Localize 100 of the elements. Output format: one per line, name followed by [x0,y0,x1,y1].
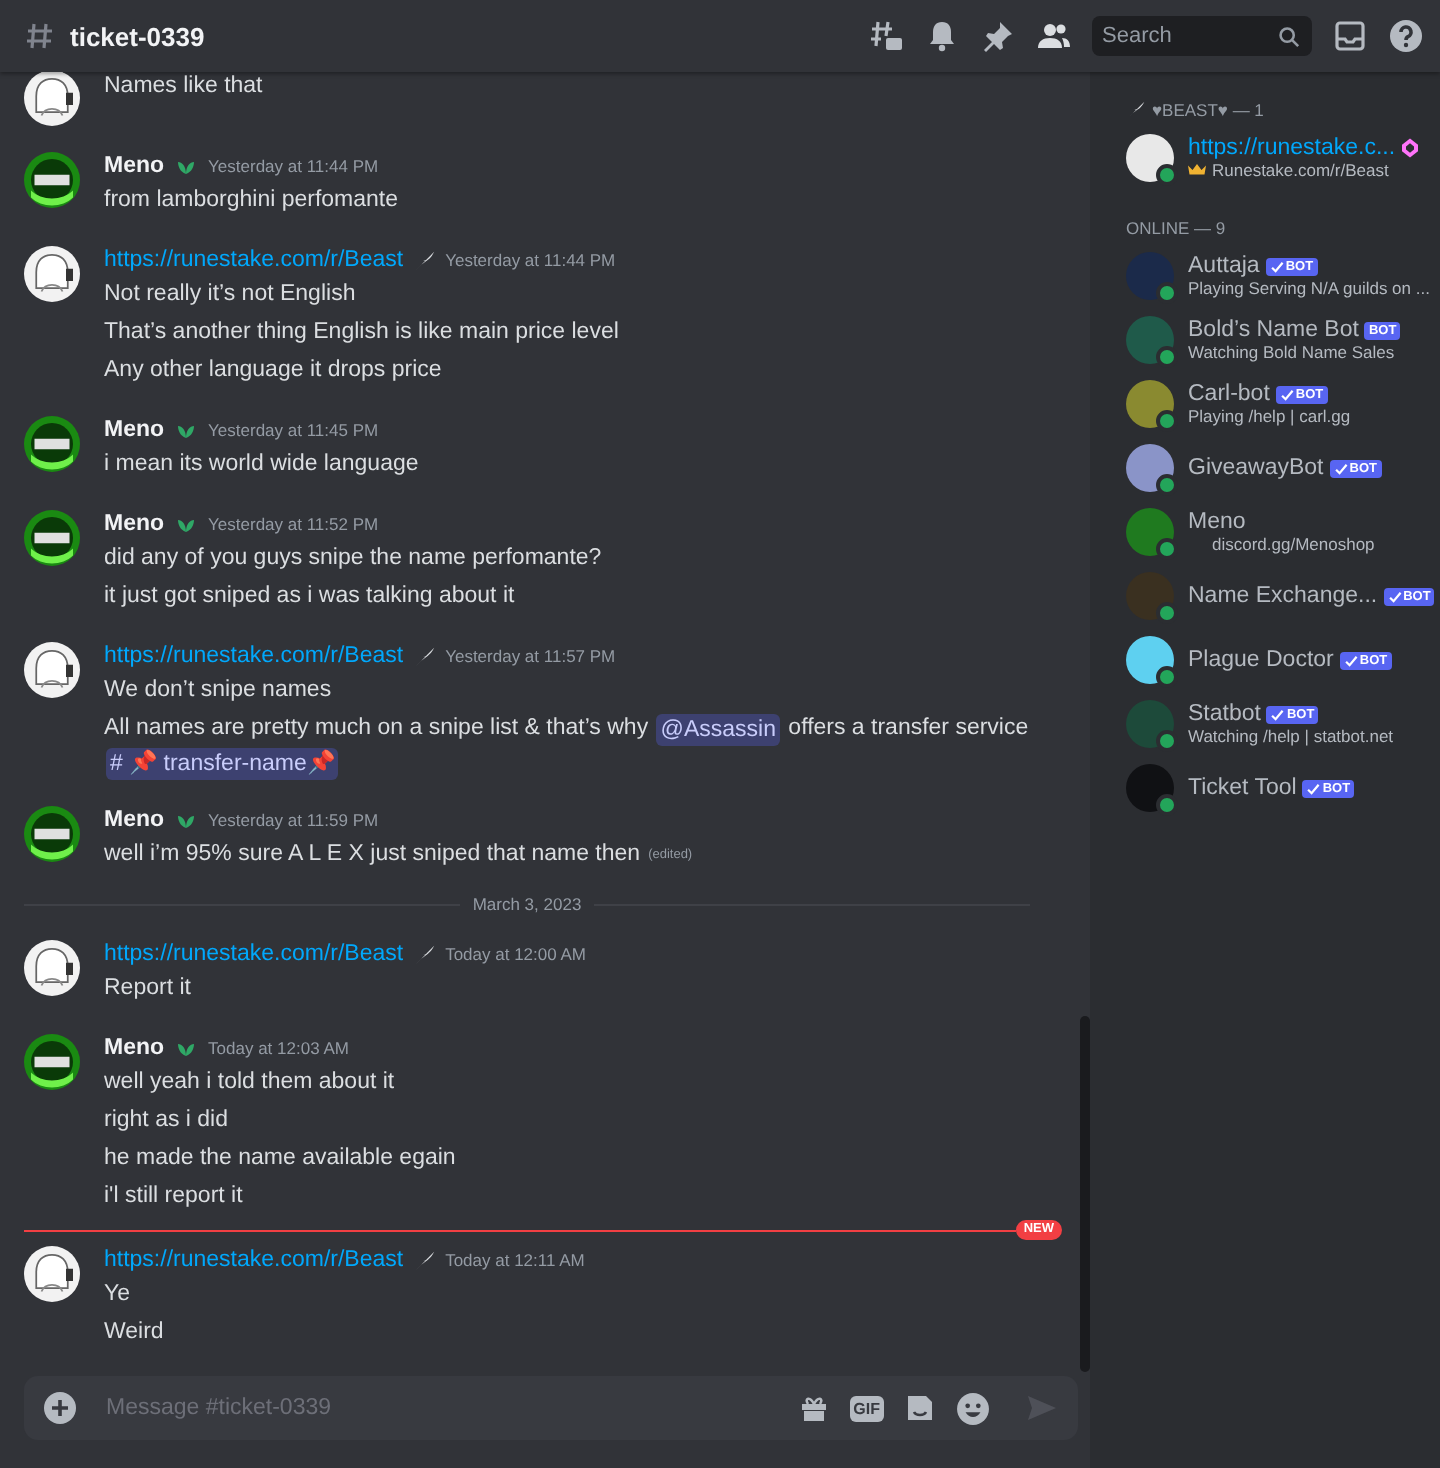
member-name[interactable]: Statbot [1188,702,1261,726]
message-text: well i’m 95% sure A L E X just sniped that name then [104,840,641,870]
timestamp: Yesterday at 11:45 PM [208,420,379,440]
online-status-dot [1156,410,1178,432]
message-text: i'l still report it [104,1184,243,1208]
message-text: he made the name available egain [104,1146,456,1170]
timestamp: Today at 12:03 AM [208,1038,349,1058]
member-name[interactable]: Meno [1188,510,1246,534]
author-name[interactable]: Meno [104,1036,165,1060]
timestamp: Yesterday at 11:44 PM [208,156,379,176]
author-name[interactable]: Meno [104,808,165,832]
message-text: from lamborghini perfomante [104,188,399,212]
message-text: Names like that [104,74,263,98]
avatar[interactable] [24,246,80,302]
inbox-icon[interactable] [1332,18,1368,54]
message-text: it just got sniped as i was talking about it [104,584,515,608]
crown-icon [1188,162,1206,178]
pin-icon[interactable] [980,18,1016,54]
channel-mention[interactable]: # 📌 transfer-name📌 [106,748,339,780]
author-name[interactable]: Meno [104,154,165,178]
member-name[interactable]: GiveawayBot [1188,456,1324,480]
online-status-dot [1156,794,1178,816]
message-text: Any other language it drops price [104,358,442,382]
timestamp: Yesterday at 11:57 PM [445,646,616,666]
members-icon[interactable] [1036,18,1072,54]
online-status-dot [1156,164,1178,186]
online-status-dot [1156,730,1178,752]
gif-button[interactable]: GIF [849,1395,884,1421]
user-mention[interactable]: @Assassin [656,713,780,745]
message-text: i mean its world wide language [104,452,419,476]
avatar[interactable] [24,416,80,472]
message-text: right as i did [104,1108,229,1132]
avatar[interactable] [24,1246,80,1302]
author-name[interactable]: https://runestake.com/r/Beast [104,644,404,668]
message-text: Ye [104,1282,131,1306]
avatar[interactable] [24,806,80,862]
avatar[interactable] [24,152,80,208]
avatar[interactable] [1126,134,1174,182]
author-name[interactable]: Meno [104,512,165,536]
message-text: Weird [104,1320,164,1344]
sticker-icon[interactable] [904,1392,936,1424]
timestamp: Yesterday at 11:59 PM [208,810,379,830]
emoji-icon[interactable] [956,1391,990,1425]
search-icon [1278,26,1300,48]
message-field[interactable]: Message #ticket-0339 GIF [24,1376,1078,1440]
bell-icon[interactable] [924,18,960,54]
author-name[interactable]: https://runestake.com/r/Beast [104,248,404,272]
role-heading: ONLINE — 9 [1126,218,1226,238]
avatar[interactable] [24,72,80,126]
online-status-dot [1156,346,1178,368]
online-status-dot [1156,538,1178,560]
timestamp: Today at 12:11 AM [445,1250,585,1270]
member-name[interactable]: Plague Doctor [1188,648,1334,672]
hashtag-icon [24,20,56,52]
member-status: Runestake.com/r/Beast [1212,160,1389,180]
message-text: Not really it’s not English [104,282,356,306]
avatar[interactable] [24,510,80,566]
help-icon[interactable] [1388,18,1424,54]
timestamp: Today at 12:00 AM [445,944,586,964]
channel-name: ticket-0339 [70,21,205,51]
member-name[interactable]: Name Exchange... [1188,584,1378,608]
member-status: discord.gg/Menoshop [1212,534,1375,554]
role-heading: ♥BEAST♥ — 1 [1152,100,1264,120]
online-status-dot [1156,282,1178,304]
message-input[interactable]: Message #ticket-0339 [102,1394,778,1422]
message-text: offers a transfer service [786,714,1029,744]
avatar[interactable] [1126,636,1174,684]
avatar[interactable] [1126,764,1174,812]
author-name[interactable]: https://runestake.com/r/Beast [104,942,404,966]
avatar[interactable] [24,642,80,698]
scrollbar[interactable] [1080,1016,1090,1372]
message-text: All names are pretty much on a snipe list & that’s why [104,714,651,744]
timestamp: Yesterday at 11:52 PM [208,514,379,534]
avatar[interactable] [24,1034,80,1090]
member-status: Playing /help | carl.gg [1188,406,1351,426]
member-name[interactable]: Bold’s Name Bot [1188,318,1359,342]
message-text: Report it [104,976,191,1000]
member-name[interactable]: Carl-bot [1188,382,1270,406]
member-name[interactable]: Auttaja [1188,254,1260,278]
message-text: We don’t snipe names [104,678,332,702]
author-name[interactable]: Meno [104,418,165,442]
member-status: Watching Bold Name Sales [1188,342,1395,362]
message-text: That’s another thing English is like main price level [104,320,619,344]
search-field[interactable]: Search [1092,16,1312,56]
author-name[interactable]: https://runestake.com/r/Beast [104,1248,404,1272]
message-text: did any of you guys snipe the name perfomante? [104,546,602,570]
gift-icon[interactable] [797,1392,830,1424]
online-status-dot [1156,666,1178,688]
member-name[interactable]: Ticket Tool [1188,776,1297,800]
date-divider: March 3, 2023 [472,894,582,914]
online-status-dot [1156,474,1178,496]
member-status: Watching /help | statbot.net [1188,726,1394,746]
threads-icon[interactable] [868,18,904,54]
member-name[interactable]: https://runestake.c... [1188,136,1396,160]
add-icon[interactable] [44,1392,76,1424]
online-status-dot [1156,602,1178,624]
timestamp: Yesterday at 11:44 PM [445,250,616,270]
member-status: Playing Serving N/A guilds on ... [1188,278,1430,298]
message-text: well yeah i told them about it [104,1070,395,1094]
avatar[interactable] [24,940,80,996]
